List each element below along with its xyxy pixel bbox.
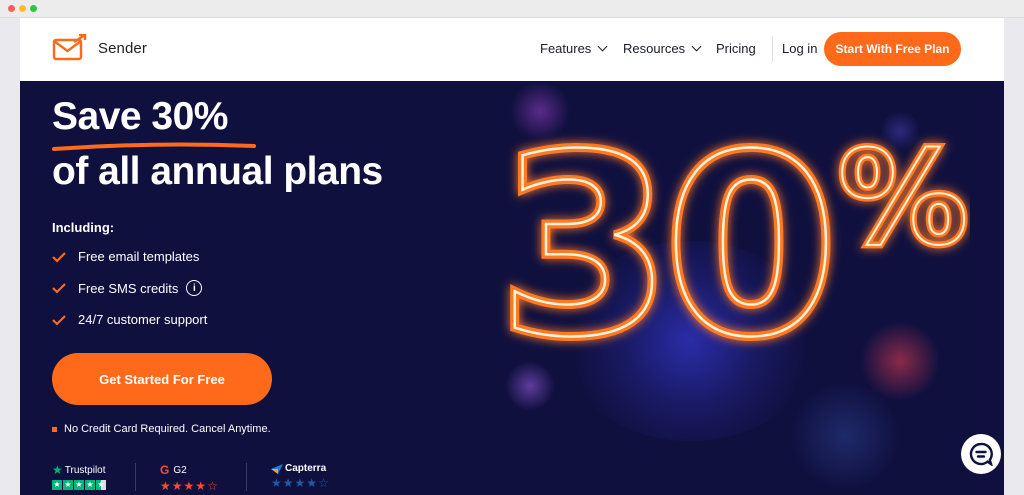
close-window-dot[interactable] (8, 5, 15, 12)
login-link[interactable]: Log in (782, 41, 817, 56)
nav-resources-label: Resources (623, 41, 686, 56)
feature-item: Free email templates (52, 249, 199, 264)
g2-rating[interactable]: G G2 ★ ★ ★ ★ ☆ (160, 463, 219, 492)
brand-name: Sender (98, 39, 147, 57)
star-icon: ★ (294, 476, 306, 490)
feature-label: Free email templates (78, 249, 200, 264)
star-icon: ★ (52, 480, 62, 490)
minimize-window-dot[interactable] (19, 5, 26, 12)
half-star-icon: ★ (96, 480, 106, 490)
star-icon: ★ (63, 480, 73, 490)
chat-widget-button[interactable] (961, 434, 1001, 474)
neon-30-percent-graphic: 30 30 % % (494, 111, 971, 351)
check-icon (52, 314, 66, 326)
big-percent-symbol-core: % (838, 122, 968, 274)
nav-divider (772, 36, 773, 62)
rating-name: Trustpilot (64, 464, 106, 476)
hero-section: Save 30% of all annual plans Including: … (20, 81, 1004, 495)
rating-stars: ★ ★ ★ ★ ☆ (160, 480, 219, 492)
browser-titlebar (0, 0, 1024, 18)
nav-pricing-label: Pricing (716, 41, 756, 56)
nav-features-label: Features (540, 41, 592, 56)
star-icon: ★ (282, 476, 294, 490)
rating-name: Capterra (285, 463, 327, 474)
start-free-plan-button[interactable]: Start With Free Plan (824, 32, 961, 66)
star-icon: ★ (160, 479, 171, 493)
star-icon: ★ (195, 479, 207, 493)
headline-rest: of all annual plans (52, 150, 383, 193)
nav-resources[interactable]: Resources (623, 41, 702, 56)
rating-divider (246, 463, 247, 491)
info-icon[interactable]: i (186, 280, 203, 296)
check-icon (52, 283, 66, 294)
half-star-icon: ☆ (318, 476, 329, 490)
feature-label: Free SMS credits (78, 280, 179, 296)
rating-divider (135, 463, 136, 491)
chevron-down-icon (691, 41, 702, 52)
maximize-window-dot[interactable] (30, 5, 37, 12)
top-navbar: Sender Features Resources Pricing Log in… (20, 18, 1004, 81)
capterra-rating[interactable]: Capterra ★ ★ ★ ★ ☆ (271, 463, 330, 489)
trustpilot-star-icon: ★ (52, 463, 63, 477)
capterra-logo-icon (271, 463, 283, 474)
rating-name: G2 (173, 464, 187, 476)
nav-features[interactable]: Features (540, 41, 608, 56)
star-icon: ★ (74, 480, 84, 490)
half-star-icon: ☆ (207, 479, 218, 493)
bullet-square-icon (52, 426, 57, 432)
page: Sender Features Resources Pricing Log in… (20, 18, 1004, 495)
disclaimer: No Credit Card Required. Cancel Anytime. (52, 423, 271, 435)
rating-stars: ★ ★ ★ ★ ☆ (271, 477, 330, 489)
feature-item: 24/7 customer support (52, 312, 207, 327)
disclaimer-text: No Credit Card Required. Cancel Anytime. (64, 423, 271, 435)
glow-decoration (505, 361, 555, 411)
feature-label: 24/7 customer support (78, 312, 208, 327)
star-icon: ★ (171, 479, 183, 493)
glow-decoration (790, 381, 900, 491)
star-icon: ★ (306, 476, 318, 490)
g2-logo-icon: G (160, 463, 170, 477)
star-icon: ★ (85, 480, 95, 490)
big-number-core: 30 (498, 111, 830, 351)
login-label: Log in (782, 41, 818, 56)
including-label: Including: (52, 220, 115, 235)
get-started-button[interactable]: Get Started For Free (52, 353, 272, 405)
chevron-down-icon (597, 41, 608, 52)
headline-highlight: Save 30% (52, 95, 228, 138)
chat-icon (969, 442, 993, 466)
star-icon: ★ (183, 479, 195, 493)
nav-pricing[interactable]: Pricing (716, 41, 756, 56)
check-icon (52, 251, 66, 263)
trustpilot-rating[interactable]: ★ Trustpilot ★ ★ ★ ★ ★ (52, 463, 107, 490)
sender-envelope-icon (52, 34, 87, 61)
brand-logo[interactable]: Sender (52, 34, 147, 62)
feature-item: Free SMS credits i (52, 280, 203, 296)
rating-stars: ★ ★ ★ ★ ★ (52, 480, 107, 490)
star-icon: ★ (271, 476, 282, 490)
